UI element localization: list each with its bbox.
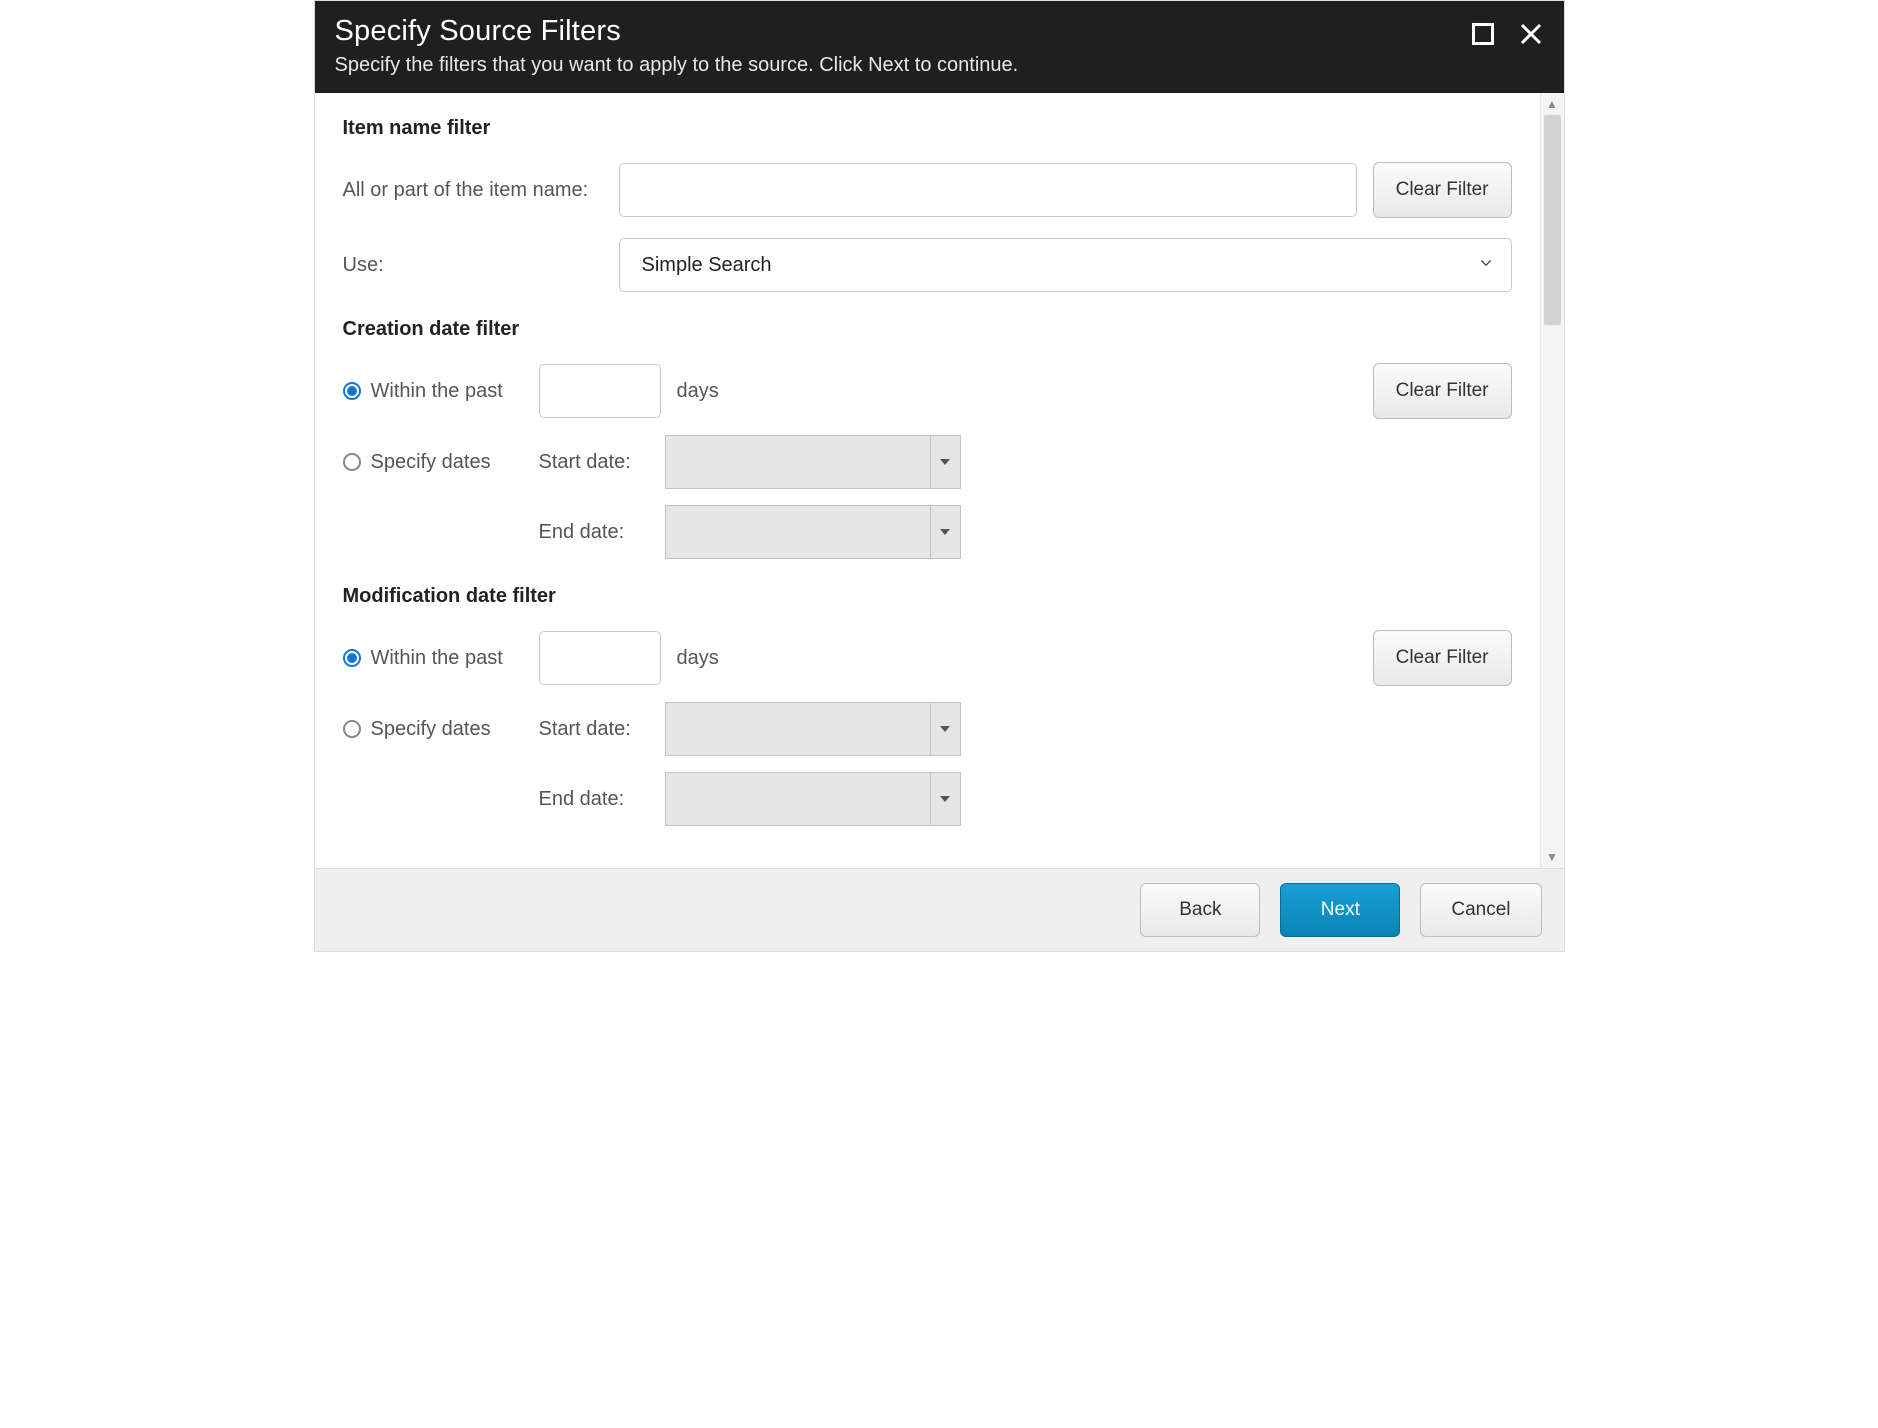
creation-days-suffix: days [677, 380, 719, 403]
chevron-down-icon [1478, 254, 1494, 277]
dialog-footer: Back Next Cancel [315, 868, 1564, 951]
modification-specify-radio[interactable]: Specify dates [343, 718, 523, 741]
caret-down-icon [940, 529, 950, 535]
item-name-filter-section: Item name filter All or part of the item… [343, 117, 1512, 292]
modification-specify-label: Specify dates [371, 718, 491, 741]
modification-days-input[interactable] [539, 631, 661, 685]
modification-start-dropdown-button[interactable] [930, 703, 960, 755]
creation-within-label: Within the past [371, 380, 503, 403]
modification-end-date-value [666, 773, 930, 825]
creation-end-date-value [666, 506, 930, 558]
maximize-button[interactable] [1470, 21, 1496, 47]
maximize-icon [1472, 23, 1494, 45]
scrollbar-thumb[interactable] [1544, 115, 1561, 325]
creation-end-label: End date: [539, 521, 649, 544]
modification-date-filter-section: Modification date filter Within the past… [343, 585, 1512, 826]
modification-date-heading: Modification date filter [343, 585, 1512, 608]
modification-within-label: Within the past [371, 647, 503, 670]
creation-within-radio[interactable]: Within the past [343, 380, 523, 403]
modification-start-date-value [666, 703, 930, 755]
next-button[interactable]: Next [1280, 883, 1400, 937]
modification-end-dropdown-button[interactable] [930, 773, 960, 825]
modification-clear-button[interactable]: Clear Filter [1373, 630, 1512, 686]
creation-end-date-picker[interactable] [665, 505, 961, 559]
creation-date-filter-section: Creation date filter Within the past day… [343, 318, 1512, 559]
creation-clear-button[interactable]: Clear Filter [1373, 363, 1512, 419]
modification-start-date-picker[interactable] [665, 702, 961, 756]
close-button[interactable] [1518, 21, 1544, 47]
scroll-up-button[interactable]: ▲ [1541, 93, 1564, 115]
creation-start-date-value [666, 436, 930, 488]
dialog-window: Specify Source Filters Specify the filte… [314, 0, 1565, 952]
modification-end-label: End date: [539, 788, 649, 811]
creation-date-heading: Creation date filter [343, 318, 1512, 341]
creation-start-label: Start date: [539, 451, 649, 474]
creation-days-input[interactable] [539, 364, 661, 418]
scroll-down-button[interactable]: ▼ [1541, 846, 1564, 868]
close-icon [1519, 22, 1543, 46]
vertical-scrollbar[interactable]: ▲ ▼ [1540, 93, 1564, 868]
dialog-title: Specify Source Filters [335, 15, 1470, 48]
modification-days-suffix: days [677, 647, 719, 670]
creation-start-date-picker[interactable] [665, 435, 961, 489]
dialog-content: Item name filter All or part of the item… [315, 93, 1540, 868]
titlebar-text: Specify Source Filters Specify the filte… [335, 15, 1470, 77]
caret-down-icon [940, 459, 950, 465]
use-select[interactable]: Simple Search [619, 238, 1512, 292]
item-name-clear-button[interactable]: Clear Filter [1373, 162, 1512, 218]
creation-start-dropdown-button[interactable] [930, 436, 960, 488]
modification-end-date-picker[interactable] [665, 772, 961, 826]
use-select-value: Simple Search [642, 254, 772, 277]
creation-specify-label: Specify dates [371, 451, 491, 474]
dialog-subtitle: Specify the filters that you want to app… [335, 54, 1470, 77]
item-name-label: All or part of the item name: [343, 179, 603, 202]
use-label: Use: [343, 254, 603, 277]
back-button[interactable]: Back [1140, 883, 1260, 937]
item-name-filter-heading: Item name filter [343, 117, 1512, 140]
caret-down-icon [940, 796, 950, 802]
modification-start-label: Start date: [539, 718, 649, 741]
creation-end-dropdown-button[interactable] [930, 506, 960, 558]
item-name-input[interactable] [619, 163, 1357, 217]
creation-specify-radio[interactable]: Specify dates [343, 451, 523, 474]
cancel-button[interactable]: Cancel [1420, 883, 1541, 937]
caret-down-icon [940, 726, 950, 732]
titlebar: Specify Source Filters Specify the filte… [315, 1, 1564, 93]
modification-within-radio[interactable]: Within the past [343, 647, 523, 670]
